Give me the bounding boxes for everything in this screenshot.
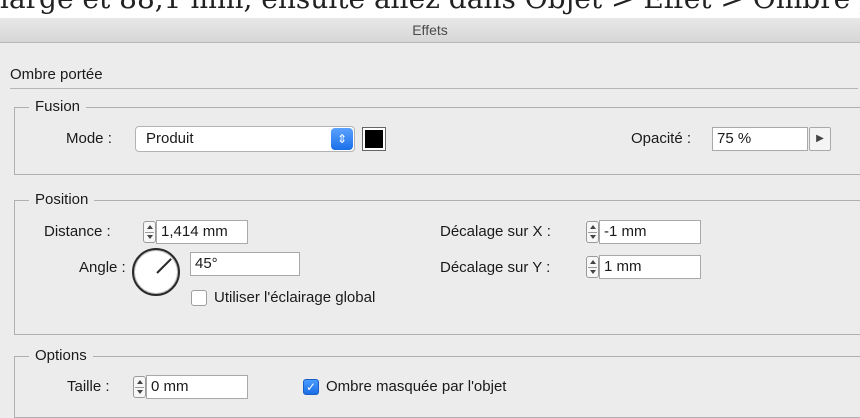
section-divider <box>10 88 858 89</box>
document-text: large et 88,1 mm, ensuite allez dans Obj… <box>0 0 860 15</box>
angle-dial[interactable] <box>132 248 180 296</box>
offset-x-label: Décalage sur X : <box>440 223 551 240</box>
size-stepper[interactable] <box>133 376 146 398</box>
angle-dial-needle-icon <box>156 258 172 274</box>
opacity-field[interactable]: 75 % <box>712 127 808 151</box>
size-label: Taille : <box>67 378 110 395</box>
global-light-label: Utiliser l'éclairage global <box>214 289 376 306</box>
blend-mode-select[interactable]: Produit ⇕ <box>135 126 355 152</box>
select-chevron-icon: ⇕ <box>331 128 353 150</box>
distance-label: Distance : <box>44 223 111 240</box>
position-group-title: Position <box>29 190 95 210</box>
color-fill <box>365 130 383 148</box>
knockout-checkbox[interactable]: ✓ <box>303 379 319 395</box>
size-field[interactable]: 0 mm <box>146 375 248 399</box>
angle-field[interactable]: 45° <box>190 252 300 276</box>
fusion-group-title: Fusion <box>29 97 87 117</box>
global-light-checkbox[interactable] <box>191 290 207 306</box>
blend-mode-value: Produit <box>146 130 194 147</box>
knockout-label: Ombre masquée par l'objet <box>326 378 507 395</box>
checkmark-icon: ✓ <box>305 380 317 394</box>
mode-label: Mode : <box>66 130 112 147</box>
document-background: large et 88,1 mm, ensuite allez dans Obj… <box>0 0 860 18</box>
offset-y-label: Décalage sur Y : <box>440 259 551 276</box>
offset-x-field[interactable]: -1 mm <box>599 220 701 244</box>
angle-label: Angle : <box>79 259 126 276</box>
opacity-slider-arrow-icon[interactable]: ▶ <box>809 127 831 151</box>
distance-field[interactable]: 1,414 mm <box>156 220 248 244</box>
section-title: Ombre portée <box>10 66 103 83</box>
options-group-title: Options <box>29 346 93 366</box>
offset-x-stepper[interactable] <box>586 221 599 243</box>
shadow-color-swatch[interactable] <box>362 127 386 151</box>
opacity-label: Opacité : <box>631 130 692 147</box>
offset-y-field[interactable]: 1 mm <box>599 255 701 279</box>
offset-y-stepper[interactable] <box>586 256 599 278</box>
distance-stepper[interactable] <box>143 221 156 243</box>
dialog-title: Effets <box>0 18 860 43</box>
